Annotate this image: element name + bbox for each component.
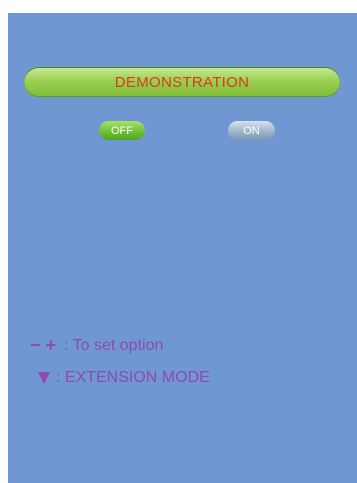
on-option-label: ON xyxy=(243,124,260,137)
title-bar: DEMONSTRATION xyxy=(24,67,340,97)
hint-extension-mode-text: : EXTENSION MODE xyxy=(56,369,210,386)
minus-plus-icon: − + xyxy=(30,335,57,355)
down-triangle-icon xyxy=(38,372,50,384)
on-option-button[interactable]: ON xyxy=(228,121,275,140)
off-option-button[interactable]: OFF xyxy=(99,121,145,140)
hint-set-option-text: : To set option xyxy=(64,336,164,354)
hint-set-option: − + : To set option xyxy=(30,335,163,356)
off-option-label: OFF xyxy=(111,124,133,137)
page-title: DEMONSTRATION xyxy=(114,73,250,91)
demo-screen: DEMONSTRATION OFF ON − + : To set option… xyxy=(8,13,357,483)
hint-extension-mode: : EXTENSION MODE xyxy=(30,369,210,387)
